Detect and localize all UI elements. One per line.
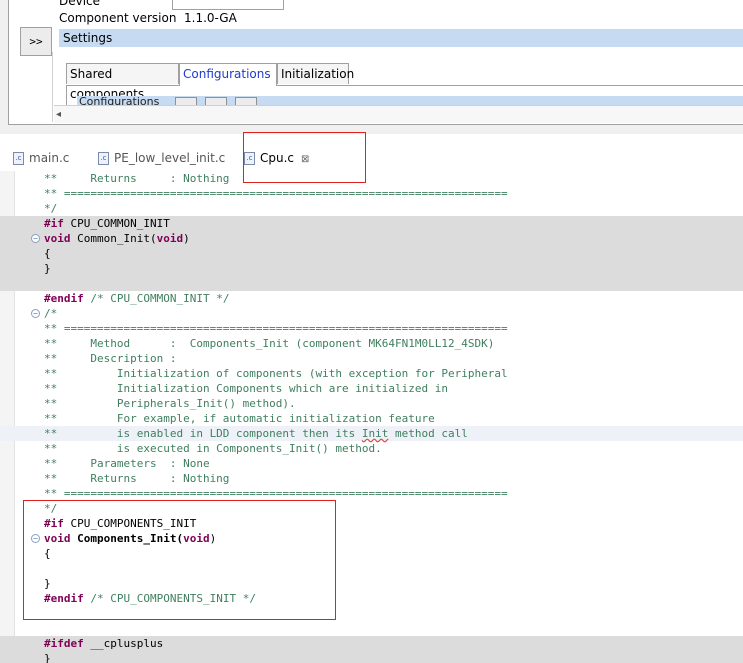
fold-collapse-icon[interactable]: −: [31, 234, 40, 243]
code-line: ** =====================================…: [44, 322, 508, 335]
component-version-value: 1.1.0-GA: [184, 11, 237, 25]
code-line: }: [44, 577, 51, 590]
code-line: [0, 276, 743, 291]
component-version-label: Component version: [59, 11, 177, 25]
tab-label: Cpu.c: [260, 151, 295, 165]
code-line: {: [0, 246, 743, 261]
code-line: ** =====================================…: [44, 187, 508, 200]
code-line: #endif /* CPU_COMMON_INIT */: [44, 292, 230, 305]
horizontal-scrollbar[interactable]: ◂: [54, 105, 743, 123]
code-line: */: [44, 502, 58, 515]
tab-configurations[interactable]: Configurations: [179, 63, 277, 86]
editor-tab-bar: .c main.c .c PE_low_level_init.c .c Cpu.c ⊠: [0, 143, 743, 172]
code-line: ** Returns : Nothing: [44, 172, 230, 185]
device-field[interactable]: [172, 0, 284, 10]
code-line: ** Returns : Nothing: [44, 472, 230, 485]
code-line: #if CPU_COMMON_INIT: [0, 216, 743, 231]
configurations-area: Configurations: [66, 85, 743, 107]
tab-main-c[interactable]: .c main.c: [13, 147, 69, 169]
tab-initialization[interactable]: Initialization: [277, 63, 354, 84]
expand-button[interactable]: >>: [20, 27, 52, 56]
code-line: −/*: [0, 306, 743, 321]
code-line: */: [44, 202, 58, 215]
code-line: ** Initialization of components (with ex…: [44, 367, 508, 380]
code-line: ** Peripherals_Init() method).: [44, 397, 296, 410]
properties-panel: Device Component version 1.1.0-GA >> Set…: [0, 0, 743, 134]
c-file-icon: .c: [13, 152, 24, 165]
tab-label: PE_low_level_init.c: [114, 151, 226, 165]
code-line: ** Initialization Components which are i…: [44, 382, 448, 395]
settings-tab-strip: Shared components Configurations Initial…: [66, 63, 743, 101]
c-file-icon: .c: [98, 152, 109, 165]
tab-pe-low-level-init-c[interactable]: .c PE_low_level_init.c: [98, 147, 225, 169]
code-line: ** Parameters : None: [44, 457, 210, 470]
code-line: }: [0, 651, 743, 663]
code-line: − void Common_Init(void): [0, 231, 743, 246]
code-line: #endif /* CPU_COMPONENTS_INIT */: [44, 592, 256, 605]
code-line-current: ** is enabled in LDD component then its …: [0, 426, 743, 441]
code-line: #if CPU_COMPONENTS_INIT: [44, 517, 197, 530]
code-line: ** is executed in Components_Init() meth…: [44, 442, 382, 455]
properties-content: Device Component version 1.1.0-GA >> Set…: [8, 0, 743, 125]
tab-label: main.c: [29, 151, 70, 165]
code-line: {: [44, 547, 51, 560]
fold-collapse-icon[interactable]: −: [31, 534, 40, 543]
code-line: ** Method : Components_Init (component M…: [44, 337, 495, 350]
code-line: }: [0, 261, 743, 276]
code-line: − void Components_Init(void): [0, 531, 743, 546]
code-line: #ifdef __cplusplus: [0, 636, 743, 651]
device-label: Device: [59, 0, 101, 8]
code-editor[interactable]: ** Returns : Nothing ** ================…: [0, 171, 743, 663]
settings-header[interactable]: Settings: [59, 29, 743, 47]
tab-cpu-c[interactable]: .c Cpu.c ⊠: [244, 147, 309, 169]
code-line: ** =====================================…: [44, 487, 508, 500]
close-icon[interactable]: ⊠: [301, 149, 309, 171]
c-file-icon: .c: [244, 152, 255, 165]
code-line: ** Description :: [44, 352, 177, 365]
code-line: ** For example, if automatic initializat…: [44, 412, 435, 425]
panel-divider: [52, 52, 53, 122]
tab-shared-components[interactable]: Shared components: [66, 63, 179, 101]
scroll-left-icon[interactable]: ◂: [56, 106, 61, 123]
fold-collapse-icon[interactable]: −: [31, 309, 40, 318]
